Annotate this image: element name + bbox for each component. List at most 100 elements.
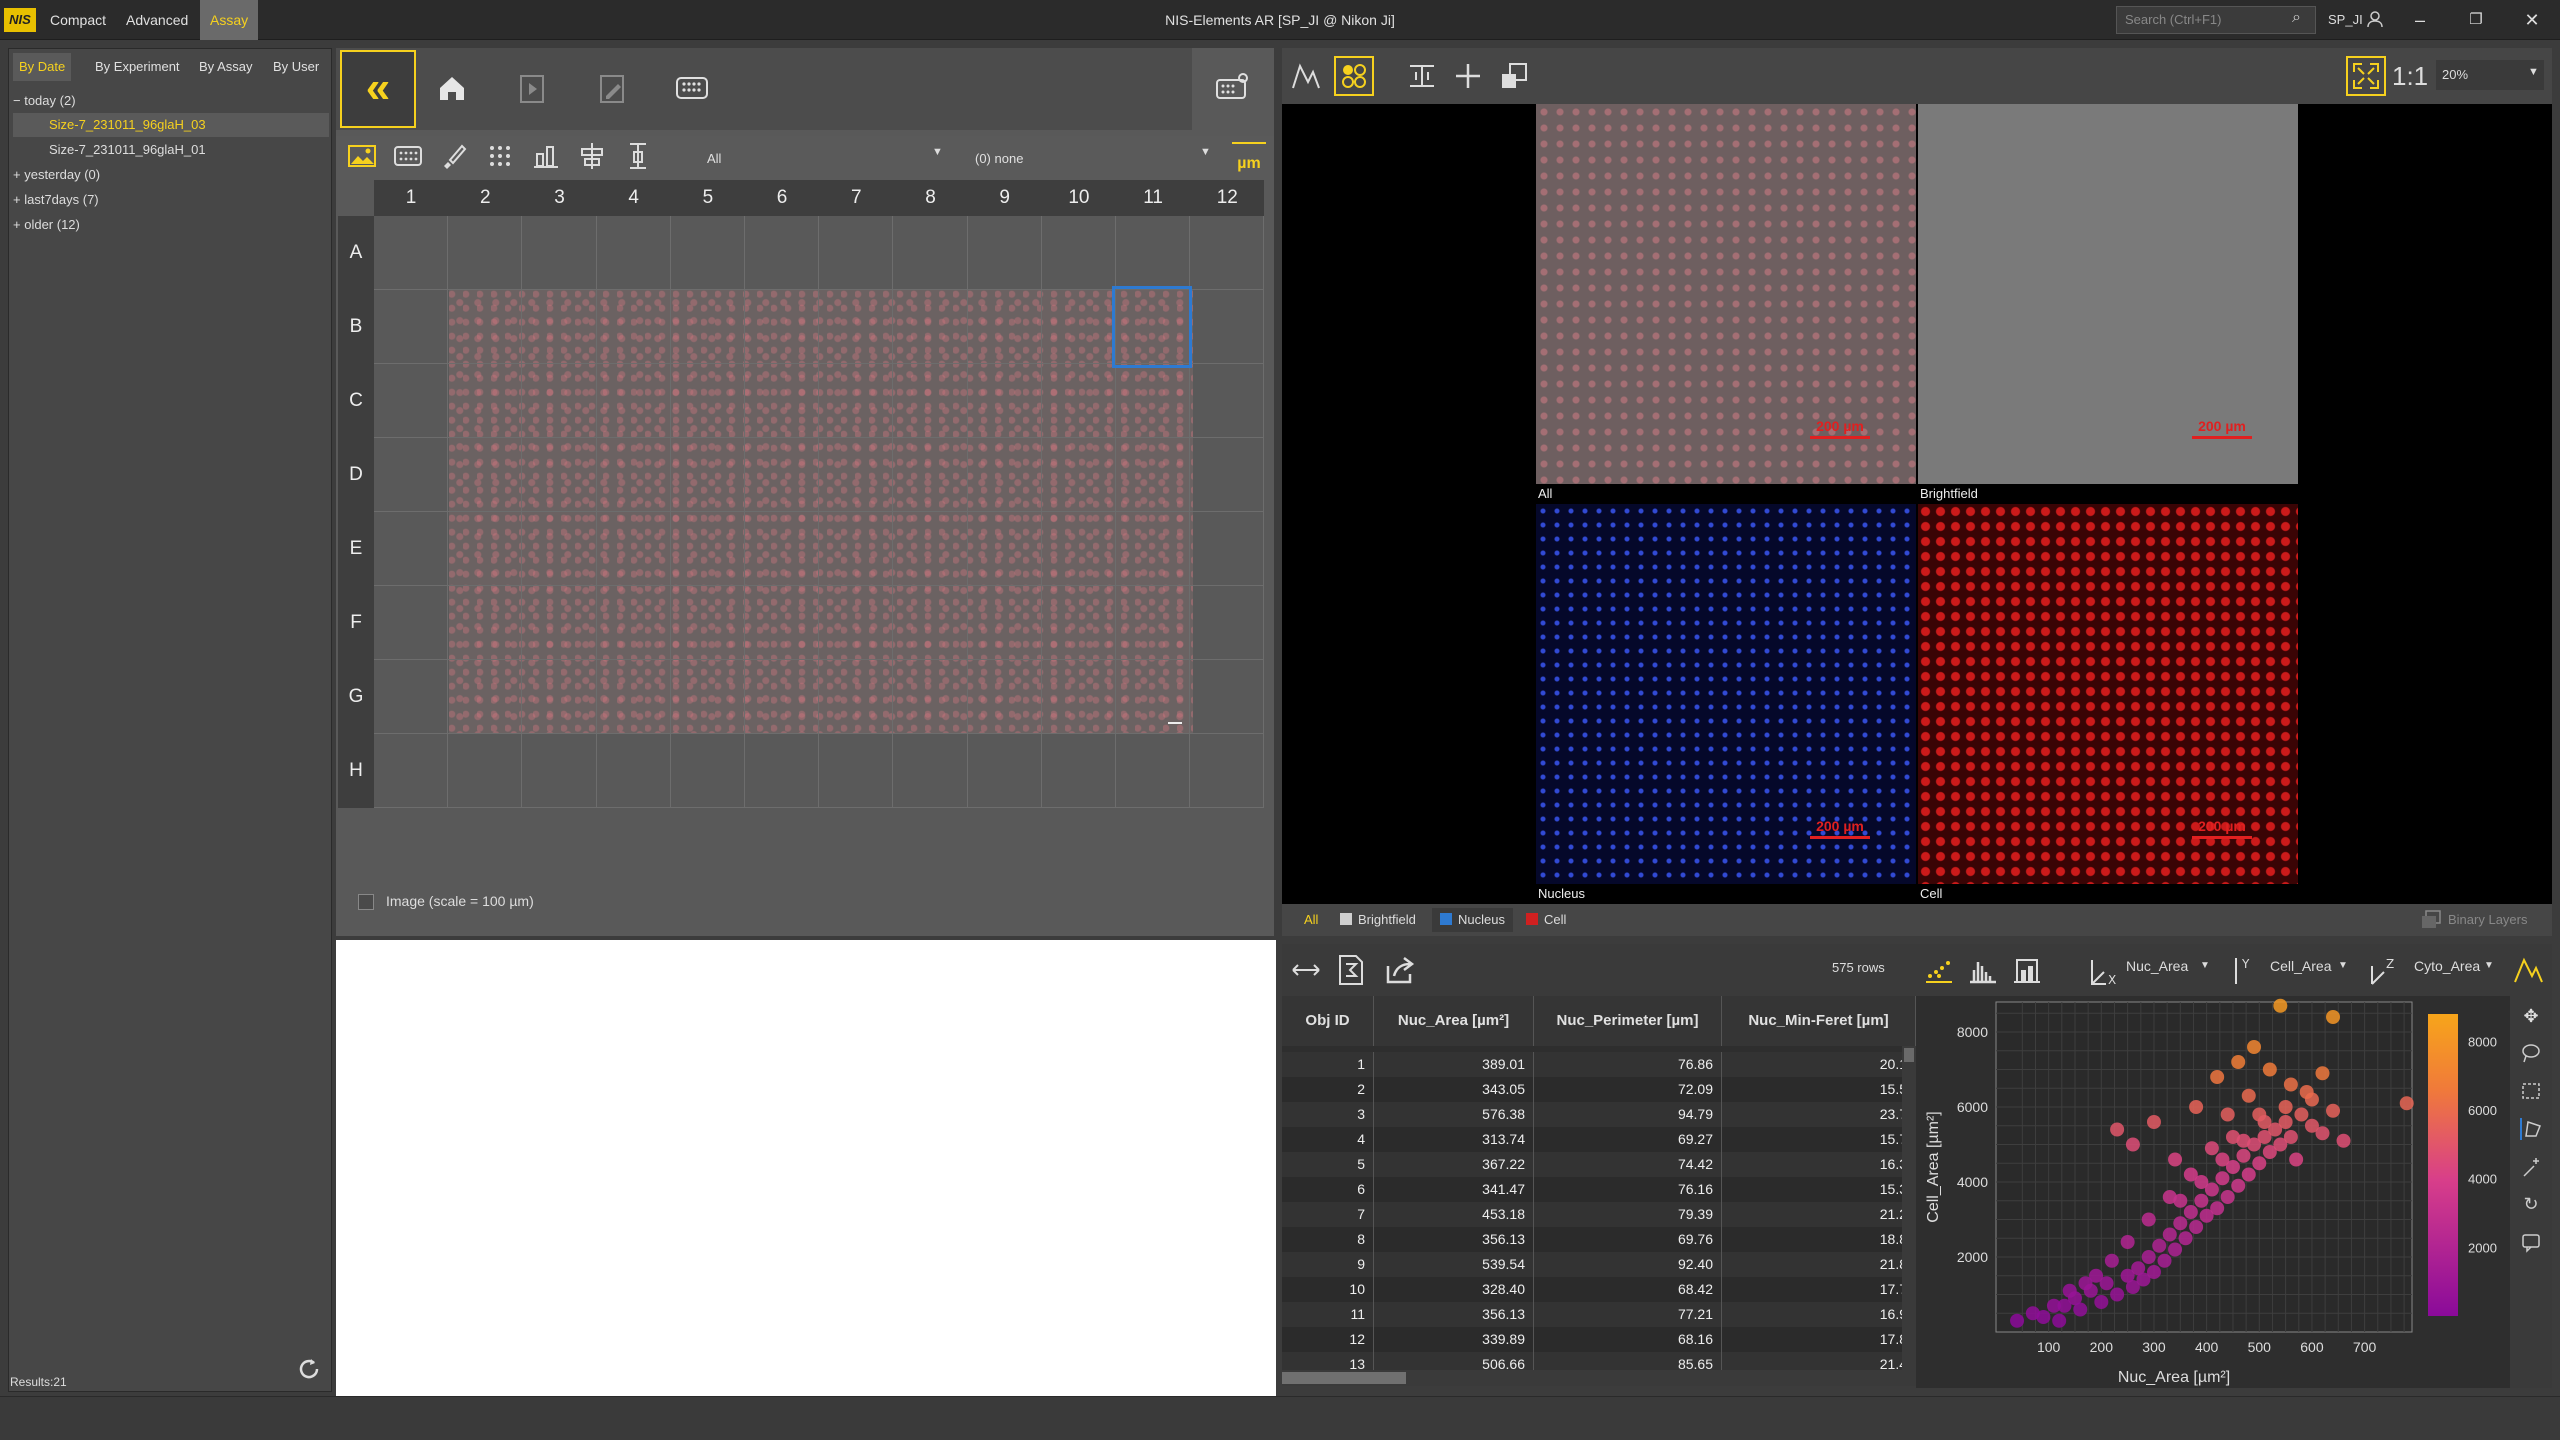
well-D7[interactable] <box>819 438 894 512</box>
well-C6[interactable] <box>745 364 820 438</box>
well-B3[interactable] <box>522 290 597 364</box>
well-F7[interactable] <box>819 586 894 660</box>
well-C8[interactable] <box>893 364 968 438</box>
column-header-2[interactable]: Nuc_Perimeter [µm] <box>1534 996 1722 1046</box>
user-icon[interactable] <box>2366 10 2384 28</box>
tree-item-today[interactable]: − today (2) <box>13 89 76 113</box>
table-vertical-scrollbar[interactable] <box>1902 1046 1916 1376</box>
table-row[interactable]: 5 367.22 74.42 16.3 <box>1282 1152 1916 1177</box>
expand-icon[interactable]: + <box>13 192 21 207</box>
image-view-icon[interactable] <box>344 140 380 176</box>
well-H1[interactable] <box>374 734 449 808</box>
well-H7[interactable] <box>819 734 894 808</box>
table-row[interactable]: 2 343.05 72.09 15.5 <box>1282 1077 1916 1102</box>
well-B10[interactable] <box>1041 290 1116 364</box>
channel-nucleus[interactable]: Nucleus <box>1432 908 1513 932</box>
menu-assay[interactable]: Assay <box>200 0 259 40</box>
well-E10[interactable] <box>1041 512 1116 586</box>
magic-wand-icon[interactable] <box>2520 1156 2542 1178</box>
well-F2[interactable] <box>448 586 523 660</box>
tree-item-experiment-01[interactable]: Size-7_231011_96glaH_01 <box>13 138 206 162</box>
channel-all[interactable]: All <box>1296 908 1326 932</box>
well-E2[interactable] <box>448 512 523 586</box>
well-E5[interactable] <box>670 512 745 586</box>
well-F9[interactable] <box>967 586 1042 660</box>
well-D5[interactable] <box>670 438 745 512</box>
run-icon[interactable] <box>512 68 552 108</box>
well-C2[interactable] <box>448 364 523 438</box>
well-B4[interactable] <box>596 290 671 364</box>
x-axis-select[interactable]: Nuc_Area <box>2126 958 2188 974</box>
tab-by-date[interactable]: By Date <box>13 53 72 81</box>
export-icon[interactable] <box>1384 954 1418 986</box>
well-H8[interactable] <box>893 734 968 808</box>
well-G3[interactable] <box>522 660 597 734</box>
well-F11[interactable] <box>1116 586 1191 660</box>
well-G7[interactable] <box>819 660 894 734</box>
unit-toggle-icon[interactable]: µm <box>1232 142 1266 174</box>
well-F4[interactable] <box>596 586 671 660</box>
tab-by-user[interactable]: By User <box>267 53 325 81</box>
line-profile-icon[interactable] <box>1290 60 1322 92</box>
x-axis-icon[interactable]: X <box>2090 954 2120 987</box>
bar-chart-icon[interactable] <box>528 140 564 176</box>
chevron-down-icon[interactable]: ▼ <box>932 146 943 158</box>
well-A5[interactable] <box>670 216 745 290</box>
well-B1[interactable] <box>374 290 449 364</box>
table-row[interactable]: 10 328.40 68.42 17.7 <box>1282 1277 1916 1302</box>
well-A3[interactable] <box>522 216 597 290</box>
tab-by-assay[interactable]: By Assay <box>193 53 258 81</box>
channels-icon[interactable] <box>1334 56 1374 96</box>
selected-well-B11[interactable] <box>1112 286 1192 368</box>
column-header-3[interactable]: Nuc_Min-Feret [µm] <box>1722 996 1916 1046</box>
plot-line-icon[interactable] <box>2512 954 2546 986</box>
search-input[interactable]: Search (Ctrl+F1) <box>2116 6 2316 34</box>
well-G5[interactable] <box>670 660 745 734</box>
well-D8[interactable] <box>893 438 968 512</box>
well-B9[interactable] <box>967 290 1042 364</box>
well-E6[interactable] <box>745 512 820 586</box>
column-width-icon[interactable] <box>1290 956 1322 984</box>
well-E11[interactable] <box>1116 512 1191 586</box>
table-row[interactable]: 6 341.47 76.16 15.3 <box>1282 1177 1916 1202</box>
bar-plot-icon[interactable] <box>2012 956 2042 984</box>
y-axis-icon[interactable]: Y <box>2232 954 2258 986</box>
well-C9[interactable] <box>967 364 1042 438</box>
search-icon[interactable]: ⌕ <box>2292 9 2312 29</box>
collapse-icon[interactable]: − <box>13 93 21 108</box>
well-H5[interactable] <box>670 734 745 808</box>
well-F3[interactable] <box>522 586 597 660</box>
plate-layout-icon[interactable] <box>672 68 712 108</box>
refresh-icon[interactable] <box>295 1355 323 1383</box>
well-grid-icon[interactable] <box>390 140 426 176</box>
well-H12[interactable] <box>1190 734 1265 808</box>
well-B5[interactable] <box>670 290 745 364</box>
chevron-down-icon[interactable]: ▼ <box>1200 146 1211 158</box>
well-E4[interactable] <box>596 512 671 586</box>
well-A11[interactable] <box>1116 216 1191 290</box>
close-icon[interactable]: ✕ <box>2504 0 2560 40</box>
well-C7[interactable] <box>819 364 894 438</box>
minimize-icon[interactable]: – <box>2392 0 2448 40</box>
tab-by-experiment[interactable]: By Experiment <box>89 53 186 81</box>
well-G10[interactable] <box>1041 660 1116 734</box>
well-C10[interactable] <box>1041 364 1116 438</box>
scatter-plot-icon[interactable] <box>1924 956 1954 984</box>
chevron-down-icon[interactable]: ▼ <box>2338 960 2348 971</box>
menu-compact[interactable]: Compact <box>40 0 116 40</box>
well-F8[interactable] <box>893 586 968 660</box>
dot-matrix-icon[interactable] <box>482 140 518 176</box>
histogram-icon[interactable] <box>1968 956 1998 984</box>
table-row[interactable]: 7 453.18 79.39 21.2 <box>1282 1202 1916 1227</box>
well-A4[interactable] <box>596 216 671 290</box>
column-header-0[interactable]: Obj ID <box>1282 996 1374 1046</box>
threshold-icon[interactable] <box>620 140 656 176</box>
well-A7[interactable] <box>819 216 894 290</box>
well-E1[interactable] <box>374 512 449 586</box>
edit-icon[interactable] <box>592 68 632 108</box>
chevron-down-icon[interactable]: ▼ <box>2484 960 2494 971</box>
well-B2[interactable] <box>448 290 523 364</box>
well-H11[interactable] <box>1116 734 1191 808</box>
expand-icon[interactable]: + <box>13 167 21 182</box>
well-A6[interactable] <box>745 216 820 290</box>
